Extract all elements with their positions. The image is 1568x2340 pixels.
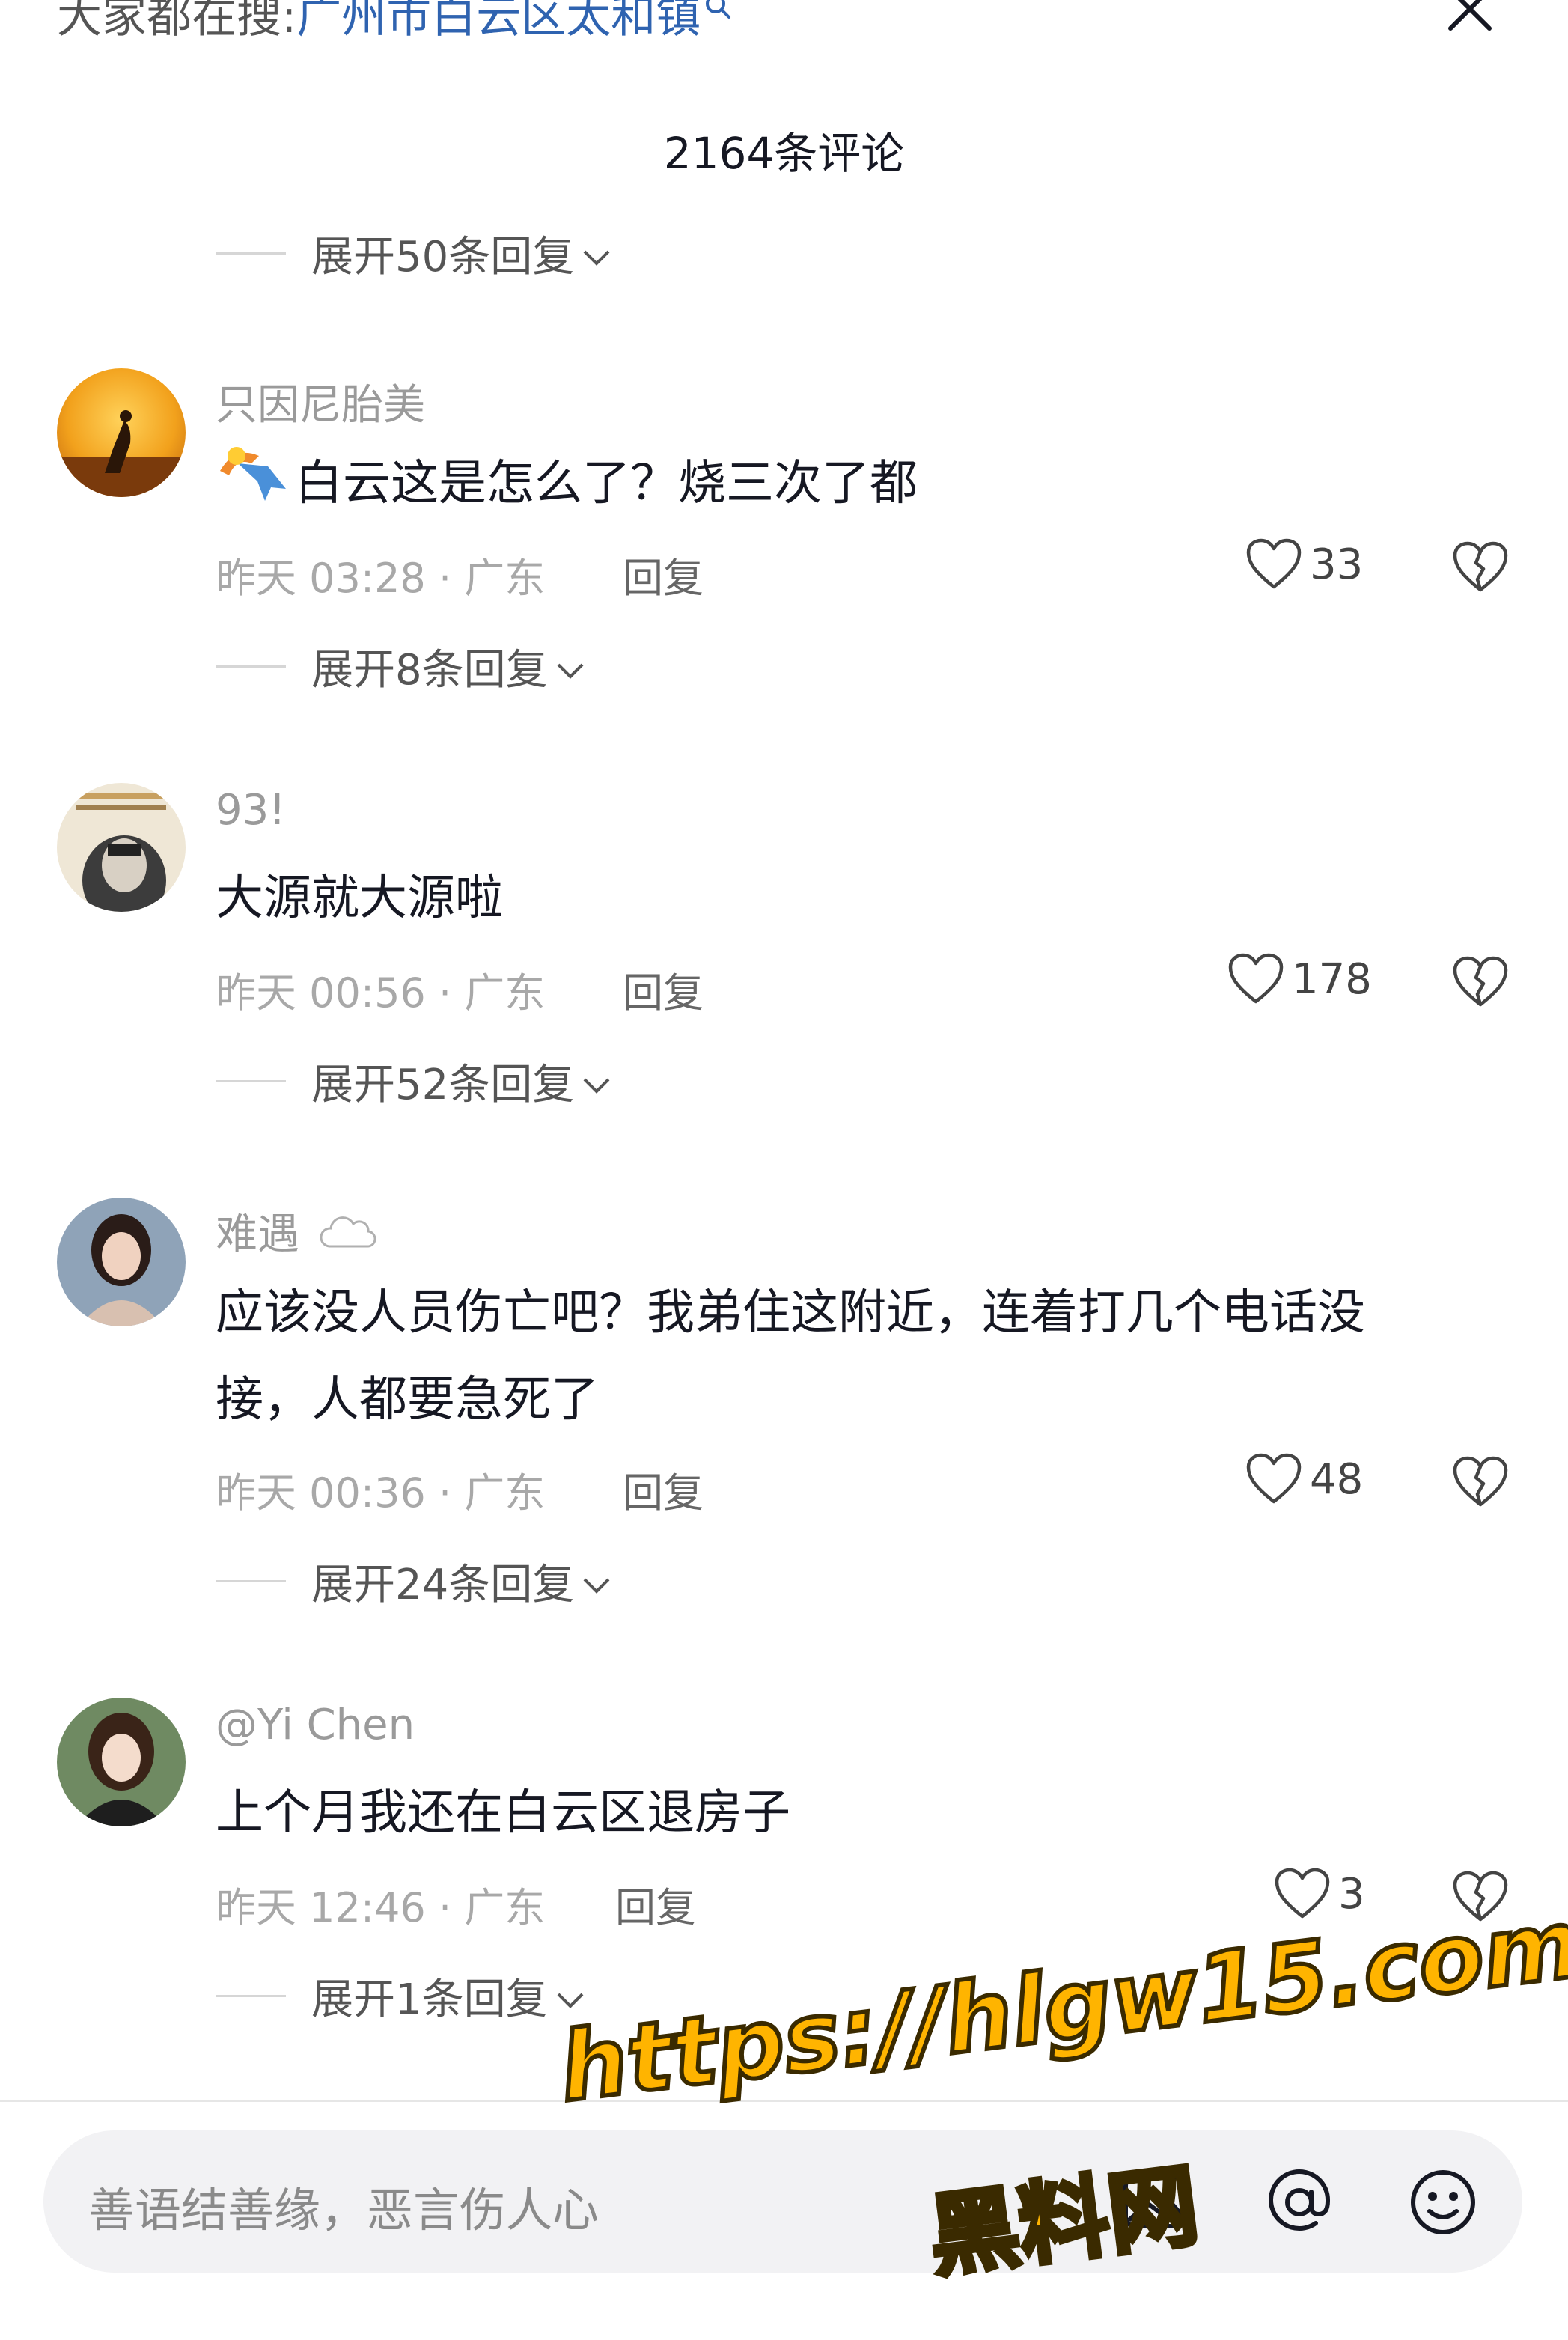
comment-text: 大源就大源啦 [216,871,503,926]
comment-input-placeholder: 善语结善缘，恶言伤人心 [88,2183,600,2237]
expand-replies-button[interactable]: 展开1条回复 [216,1966,585,2026]
expand-replies-label: 展开50条回复 [311,232,575,281]
chevron-down-icon [582,1059,611,1108]
expand-replies-label: 展开24条回复 [311,1560,575,1609]
cloud-icon [319,1213,376,1261]
comment-username[interactable]: @Yi Chen [216,1701,415,1749]
reply-button[interactable]: 回复 [623,960,704,1019]
broken-heart-icon[interactable] [1452,1455,1509,1512]
comment-username[interactable]: 只因尼胎美 [216,371,425,432]
comment-username[interactable]: 难遇 [216,1201,376,1261]
comment-text-content: 白云这是怎么了？烧三次了都 [295,456,918,511]
reply-button[interactable]: 回复 [615,1874,696,1934]
like-count: 48 [1310,1454,1364,1504]
like-count: 178 [1292,954,1372,1004]
comment-time: 昨天 03:28 · 广东 [216,555,546,602]
chevron-down-icon [555,645,585,693]
like-button[interactable]: 48 [1245,1452,1363,1506]
comment-text-line: 接，人都要急死了 [216,1372,599,1428]
expand-replies-button[interactable]: 展开52条回复 [216,1051,611,1111]
broken-heart-icon[interactable] [1452,540,1509,597]
at-icon[interactable] [1263,2166,1335,2238]
search-suggestion[interactable]: 大家都在搜:广州市白云区太和镇 [57,0,733,46]
divider-dash [216,252,286,255]
comment-meta: 昨天 12:46 · 广东 [216,1874,545,1934]
chevron-down-icon [582,231,611,280]
input-divider [0,2100,1568,2102]
comment-username-text: 难遇 [216,1210,299,1259]
like-button[interactable]: 33 [1245,537,1363,591]
heart-icon [1275,1868,1330,1919]
watermark-url: https://hlgw15.com [552,1886,1568,2125]
comment-time: 昨天 00:56 · 广东 [216,969,546,1017]
like-count: 33 [1310,540,1364,589]
reply-button[interactable]: 回复 [623,545,704,604]
expand-replies-label: 展开8条回复 [311,645,548,695]
heart-icon [1246,1453,1302,1504]
comment-time: 昨天 12:46 · 广东 [216,1884,546,1931]
heart-icon [1228,953,1284,1004]
comment-time: 昨天 00:36 · 广东 [216,1469,546,1517]
search-icon [704,0,733,33]
comment-text: 上个月我还在白云区退房子 [216,1785,790,1841]
close-icon[interactable] [1446,0,1494,33]
comment-count-title: 2164条评论 [663,128,905,179]
expand-replies-button[interactable]: 展开24条回复 [216,1551,611,1611]
like-count: 3 [1338,1869,1365,1919]
divider-dash [216,665,286,668]
expand-replies-button[interactable]: 展开8条回复 [216,636,585,696]
divider-dash [216,1079,286,1082]
reply-button[interactable]: 回复 [623,1460,704,1519]
avatar[interactable] [57,783,186,912]
broken-heart-icon[interactable] [1452,955,1509,1012]
heart-icon [1246,538,1302,589]
comment-text-line: 应该没人员伤亡吧？我弟住这附近，连着打几个电话没 [216,1285,1365,1341]
divider-dash [216,1994,286,1997]
comment-meta: 昨天 00:56 · 广东 [216,960,545,1019]
like-button[interactable]: 3 [1274,1867,1365,1921]
comment-meta: 昨天 00:36 · 广东 [216,1460,545,1519]
expand-replies-label: 展开1条回复 [311,1975,548,2024]
like-button[interactable]: 178 [1227,952,1372,1006]
search-suggestion-query[interactable]: 广州市白云区太和镇 [296,0,701,43]
comment-username[interactable]: 93! [216,786,286,835]
emoji-icon[interactable] [1407,2166,1479,2238]
sticker-icon [216,441,290,531]
expand-replies-label: 展开52条回复 [311,1060,575,1109]
search-suggestion-prefix: 大家都在搜: [57,0,297,43]
divider-dash [216,1579,286,1582]
comment-text: 白云这是怎么了？烧三次了都 [216,440,918,531]
avatar[interactable] [57,368,186,497]
comment-meta: 昨天 03:28 · 广东 [216,545,545,604]
avatar[interactable] [57,1698,186,1826]
expand-replies-button[interactable]: 展开50条回复 [216,223,611,283]
avatar[interactable] [57,1198,186,1326]
chevron-down-icon [582,1559,611,1608]
